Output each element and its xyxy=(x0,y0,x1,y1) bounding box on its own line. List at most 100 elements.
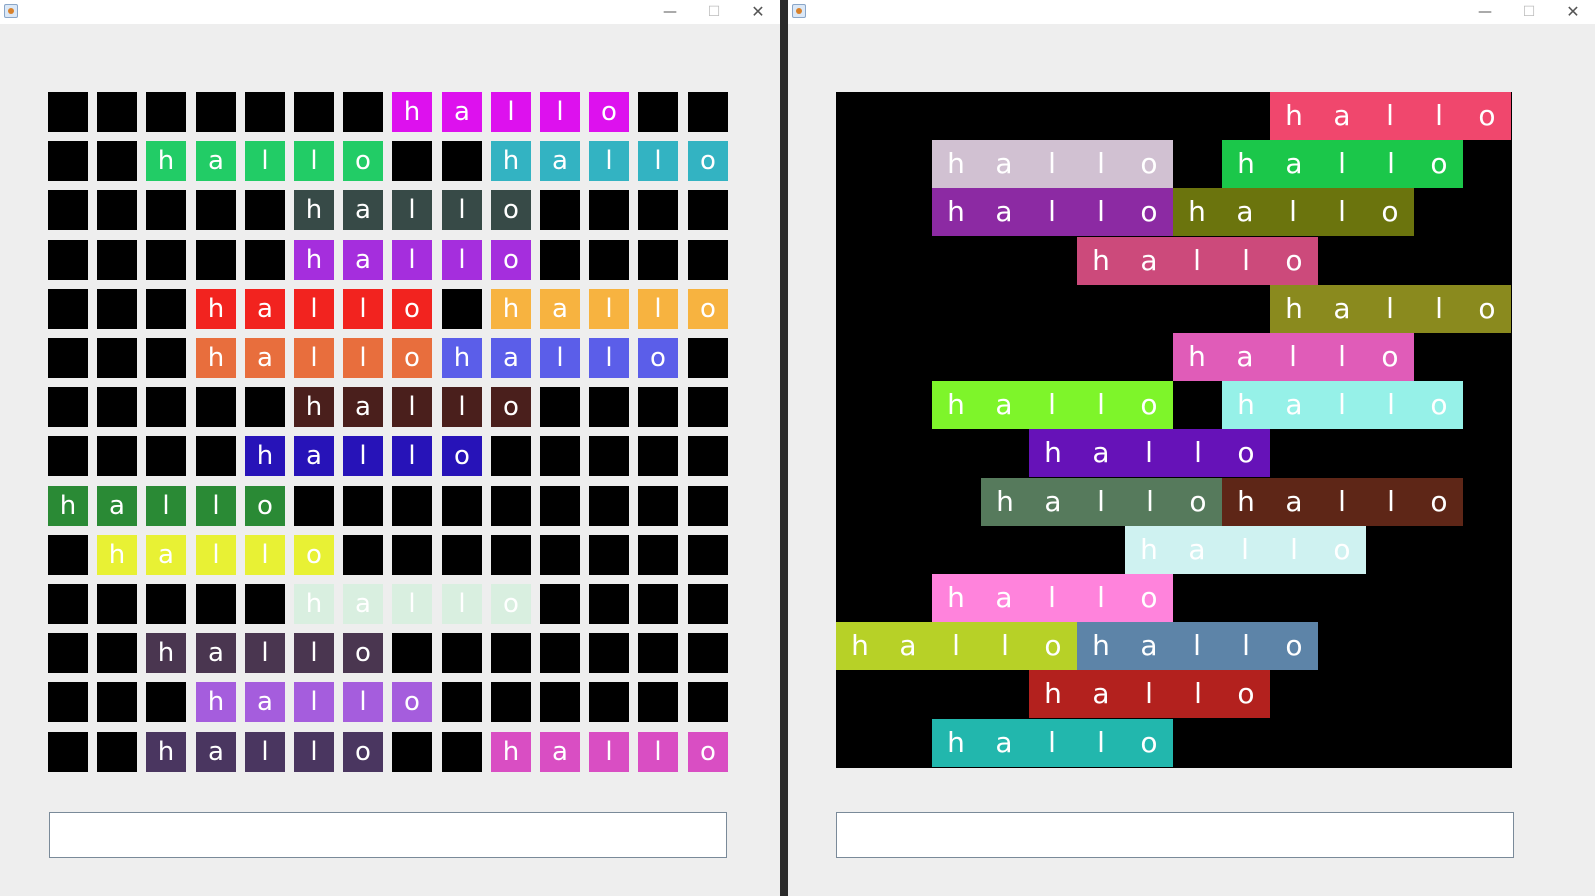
letter-cell: o xyxy=(343,633,383,673)
java-app-icon xyxy=(4,4,18,18)
grid-cell xyxy=(540,633,580,673)
grid-cell xyxy=(196,436,236,476)
block-letter: l xyxy=(952,629,960,662)
letter-cell: l xyxy=(540,92,580,132)
grid-cell xyxy=(48,682,88,722)
grid-cell xyxy=(146,436,186,476)
grid-cell xyxy=(392,633,432,673)
block-letter: o xyxy=(1140,581,1158,614)
minimize-button[interactable]: — xyxy=(648,0,692,24)
letter-cell: o xyxy=(392,338,432,378)
block-letter: l xyxy=(1338,340,1346,373)
word-block: ha l l o xyxy=(1077,237,1318,285)
letter-cell: h xyxy=(48,486,88,526)
grid-cell xyxy=(245,240,285,280)
letter-cell: l xyxy=(442,584,482,624)
letter-cell: a xyxy=(343,387,383,427)
letter-cell: h xyxy=(442,338,482,378)
block-letter: l xyxy=(1338,147,1346,180)
grid-cell xyxy=(245,584,285,624)
grid-cell xyxy=(97,289,137,329)
grid-cell xyxy=(196,190,236,230)
grid-cell xyxy=(245,92,285,132)
close-button[interactable]: ✕ xyxy=(736,0,780,24)
letter-grid: hallohallohallohallohallohallohallohallo… xyxy=(48,92,728,772)
minimize-button[interactable]: — xyxy=(1463,0,1507,24)
grid-cell xyxy=(343,92,383,132)
grid-cell xyxy=(491,486,531,526)
word-block: ha l l o xyxy=(932,574,1173,622)
grid-cell xyxy=(146,584,186,624)
block-letter: l xyxy=(1290,533,1298,566)
grid-cell xyxy=(97,732,137,772)
grid-cell xyxy=(97,436,137,476)
grid-cell xyxy=(442,732,482,772)
grid-cell xyxy=(48,535,88,575)
block-letter: l xyxy=(1241,533,1249,566)
letter-cell: l xyxy=(638,732,678,772)
block-letter: o xyxy=(1044,629,1062,662)
block-letter: l xyxy=(1097,726,1105,759)
block-letter: l xyxy=(1048,195,1056,228)
grid-cell xyxy=(97,387,137,427)
maximize-button[interactable]: ☐ xyxy=(1507,0,1551,24)
letter-cell: l xyxy=(442,190,482,230)
block-letter: l xyxy=(1435,99,1443,132)
block-letter: l xyxy=(1242,629,1250,662)
block-letter: a xyxy=(1044,485,1062,518)
word-block: ha l l o xyxy=(836,622,1077,670)
letter-cell: l xyxy=(442,387,482,427)
letter-cell: a xyxy=(97,486,137,526)
letter-cell: h xyxy=(146,141,186,181)
grid-cell xyxy=(638,92,678,132)
letter-cell: h xyxy=(491,732,531,772)
block-letter: l xyxy=(1145,677,1153,710)
block-letter: a xyxy=(1092,436,1110,469)
letter-cell: h xyxy=(294,584,334,624)
block-letter: l xyxy=(1097,388,1105,421)
text-input[interactable] xyxy=(49,812,727,858)
grid-cell xyxy=(392,141,432,181)
word-block: ha l l o xyxy=(932,188,1173,236)
grid-cell xyxy=(688,338,728,378)
grid-cell xyxy=(294,486,334,526)
letter-cell: o xyxy=(638,338,678,378)
letter-cell: h xyxy=(196,682,236,722)
grid-cell xyxy=(688,387,728,427)
maximize-button[interactable]: ☐ xyxy=(692,0,736,24)
letter-cell: l xyxy=(294,338,334,378)
block-letter: l xyxy=(1097,485,1105,518)
block-letter: h xyxy=(1092,244,1110,277)
grid-cell xyxy=(589,633,629,673)
block-letter: a xyxy=(1140,244,1158,277)
close-button[interactable]: ✕ xyxy=(1551,0,1595,24)
text-input[interactable] xyxy=(836,812,1514,858)
grid-cell xyxy=(491,633,531,673)
block-letter: l xyxy=(1097,195,1105,228)
word-block: ha l l o xyxy=(981,478,1222,526)
word-block: ha l l o xyxy=(1077,622,1318,670)
grid-cell xyxy=(48,633,88,673)
block-letter: l xyxy=(1338,195,1346,228)
block-letter: a xyxy=(995,726,1013,759)
letter-cell: o xyxy=(343,141,383,181)
letter-cell: o xyxy=(343,732,383,772)
grid-cell xyxy=(491,436,531,476)
letter-cell: h xyxy=(245,436,285,476)
block-letter: h xyxy=(1044,436,1062,469)
letter-cell: a xyxy=(196,141,236,181)
block-letter: h xyxy=(851,629,869,662)
grid-cell xyxy=(638,682,678,722)
title-bar[interactable]: — ☐ ✕ xyxy=(788,0,1595,24)
letter-cell: o xyxy=(294,535,334,575)
block-letter: a xyxy=(1092,677,1110,710)
block-letter: l xyxy=(1193,629,1201,662)
letter-cell: l xyxy=(343,289,383,329)
title-bar[interactable]: — ☐ ✕ xyxy=(0,0,780,24)
grid-cell xyxy=(442,682,482,722)
block-letter: l xyxy=(1387,147,1395,180)
letter-cell: o xyxy=(491,190,531,230)
block-letter: l xyxy=(1338,485,1346,518)
grid-cell xyxy=(146,338,186,378)
grid-cell xyxy=(540,436,580,476)
